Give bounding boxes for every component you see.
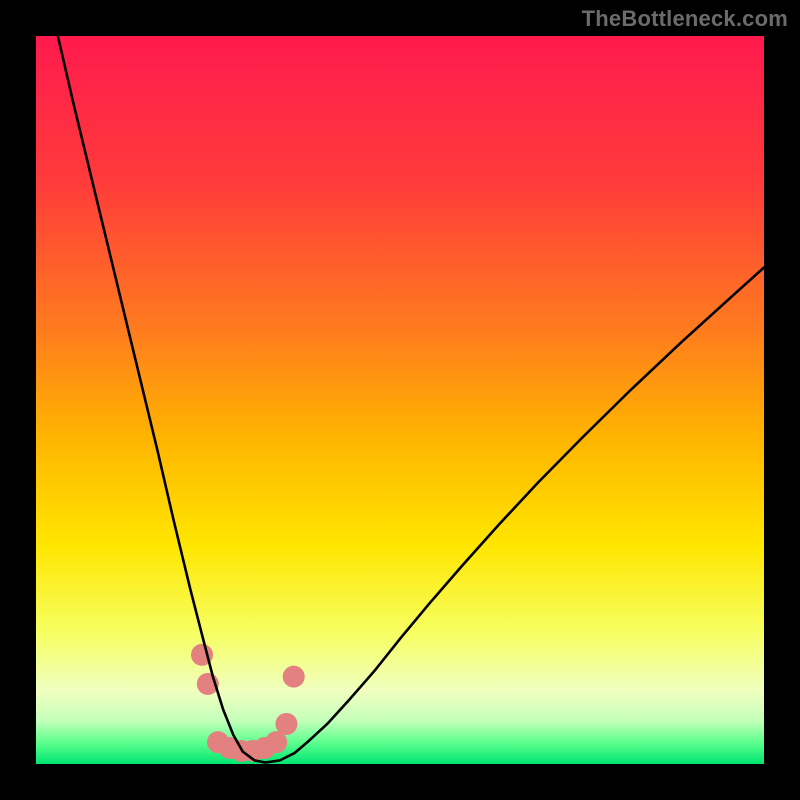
- bottleneck-curve: [58, 36, 764, 763]
- plot-area: [36, 36, 764, 764]
- watermark-text: TheBottleneck.com: [582, 6, 788, 32]
- curve-layer: [36, 36, 764, 764]
- chart-frame: TheBottleneck.com: [0, 0, 800, 800]
- highlight-dot: [283, 666, 305, 688]
- highlight-dot: [275, 713, 297, 735]
